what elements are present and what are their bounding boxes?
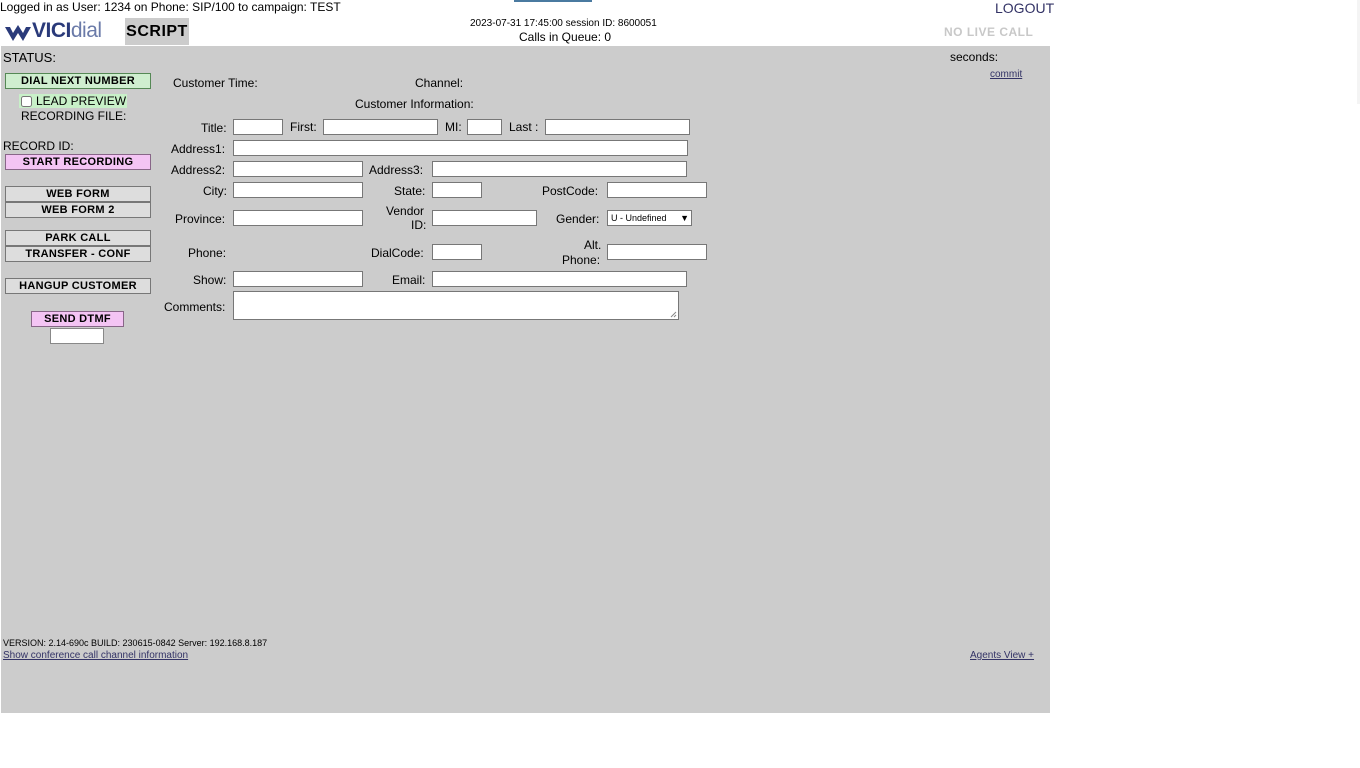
address3-input[interactable]: [432, 161, 687, 177]
version-info: VERSION: 2.14-690c BUILD: 230615-0842 Se…: [3, 638, 268, 648]
alt-label: Alt.: [584, 238, 602, 252]
logged-in-info: Logged in as User: 1234 on Phone: SIP/10…: [0, 0, 341, 14]
chevron-down-icon: ▼: [680, 213, 689, 223]
state-input[interactable]: [432, 182, 482, 198]
show-label: Show:: [193, 273, 227, 287]
lead-preview-checkbox[interactable]: [21, 96, 32, 108]
logo-text: VICIdial: [32, 19, 102, 42]
logout-link[interactable]: LOGOUT: [995, 0, 1054, 16]
postcode-label: PostCode:: [542, 184, 599, 198]
web-form-2-button[interactable]: WEB FORM 2: [5, 202, 151, 218]
postcode-input[interactable]: [607, 182, 707, 198]
date-time-session: 2023-07-31 17:45:00 session ID: 8600051: [470, 18, 657, 29]
customer-information-label: Customer Information:: [355, 97, 474, 111]
dialcode-label: DialCode:: [371, 246, 424, 260]
mi-label: MI:: [445, 120, 462, 134]
record-id-label: RECORD ID:: [3, 139, 74, 153]
park-call-button[interactable]: PARK CALL: [5, 230, 151, 246]
send-dtmf-button[interactable]: SEND DTMF: [31, 311, 124, 327]
address1-input[interactable]: [233, 140, 688, 156]
web-form-button[interactable]: WEB FORM: [5, 186, 151, 202]
customer-time-label: Customer Time:: [173, 76, 258, 90]
logo-v-icon: [5, 25, 31, 41]
title-label: Title:: [201, 121, 227, 135]
live-call-status: NO LIVE CALL: [944, 25, 1034, 39]
commit-link[interactable]: commit: [990, 69, 1022, 80]
hangup-customer-button[interactable]: HANGUP CUSTOMER: [5, 278, 151, 294]
tab-script[interactable]: SCRIPT: [125, 18, 189, 45]
comments-label: Comments:: [164, 300, 226, 314]
dtmf-input[interactable]: [50, 328, 104, 344]
alt-phone-input[interactable]: [607, 244, 707, 260]
show-conference-link[interactable]: Show conference call channel information: [3, 650, 188, 661]
phone-label: Phone:: [188, 246, 227, 260]
gender-select[interactable]: U - Undefined ▼: [607, 210, 692, 226]
channel-label: Channel:: [415, 76, 464, 90]
gender-selected-value: U - Undefined: [611, 213, 667, 223]
vicidial-logo: VICIdial: [4, 18, 122, 46]
last-name-input[interactable]: [545, 119, 690, 135]
calls-in-queue: Calls in Queue: 0: [519, 30, 612, 44]
seconds-label: seconds:: [950, 50, 999, 64]
province-input[interactable]: [233, 210, 363, 226]
top-accent-line: [514, 0, 592, 2]
province-label: Province:: [175, 212, 226, 226]
last-label: Last :: [509, 120, 539, 134]
comments-textarea[interactable]: [233, 291, 679, 320]
vendor-id-input[interactable]: [432, 210, 537, 226]
resize-grip-icon[interactable]: [670, 311, 677, 318]
transfer-conf-button[interactable]: TRANSFER - CONF: [5, 246, 151, 262]
state-label: State:: [394, 184, 426, 198]
alt-phone-label: Phone:: [562, 253, 601, 267]
gender-label: Gender:: [556, 212, 600, 226]
recording-file-label: RECORDING FILE:: [21, 109, 127, 123]
dial-next-number-button[interactable]: DIAL NEXT NUMBER: [5, 73, 151, 89]
address2-label: Address2:: [171, 163, 226, 177]
lead-preview: LEAD PREVIEW: [19, 94, 128, 108]
address1-label: Address1:: [171, 142, 226, 156]
email-input[interactable]: [432, 271, 687, 287]
mi-input[interactable]: [467, 119, 502, 135]
show-input[interactable]: [233, 271, 363, 287]
email-label: Email:: [392, 273, 426, 287]
agents-view-link[interactable]: Agents View +: [970, 650, 1034, 661]
vendor-label: Vendor: [386, 204, 425, 218]
first-label: First:: [290, 120, 317, 134]
vendor-id-label: ID:: [411, 218, 427, 232]
address2-input[interactable]: [233, 161, 363, 177]
title-input[interactable]: [233, 119, 283, 135]
start-recording-button[interactable]: START RECORDING: [5, 154, 151, 170]
dialcode-input[interactable]: [432, 244, 482, 260]
status-label: STATUS:: [3, 50, 56, 65]
lead-preview-label: LEAD PREVIEW: [36, 94, 127, 108]
city-input[interactable]: [233, 182, 363, 198]
city-label: City:: [203, 184, 227, 198]
first-name-input[interactable]: [323, 119, 438, 135]
address3-label: Address3:: [369, 163, 424, 177]
